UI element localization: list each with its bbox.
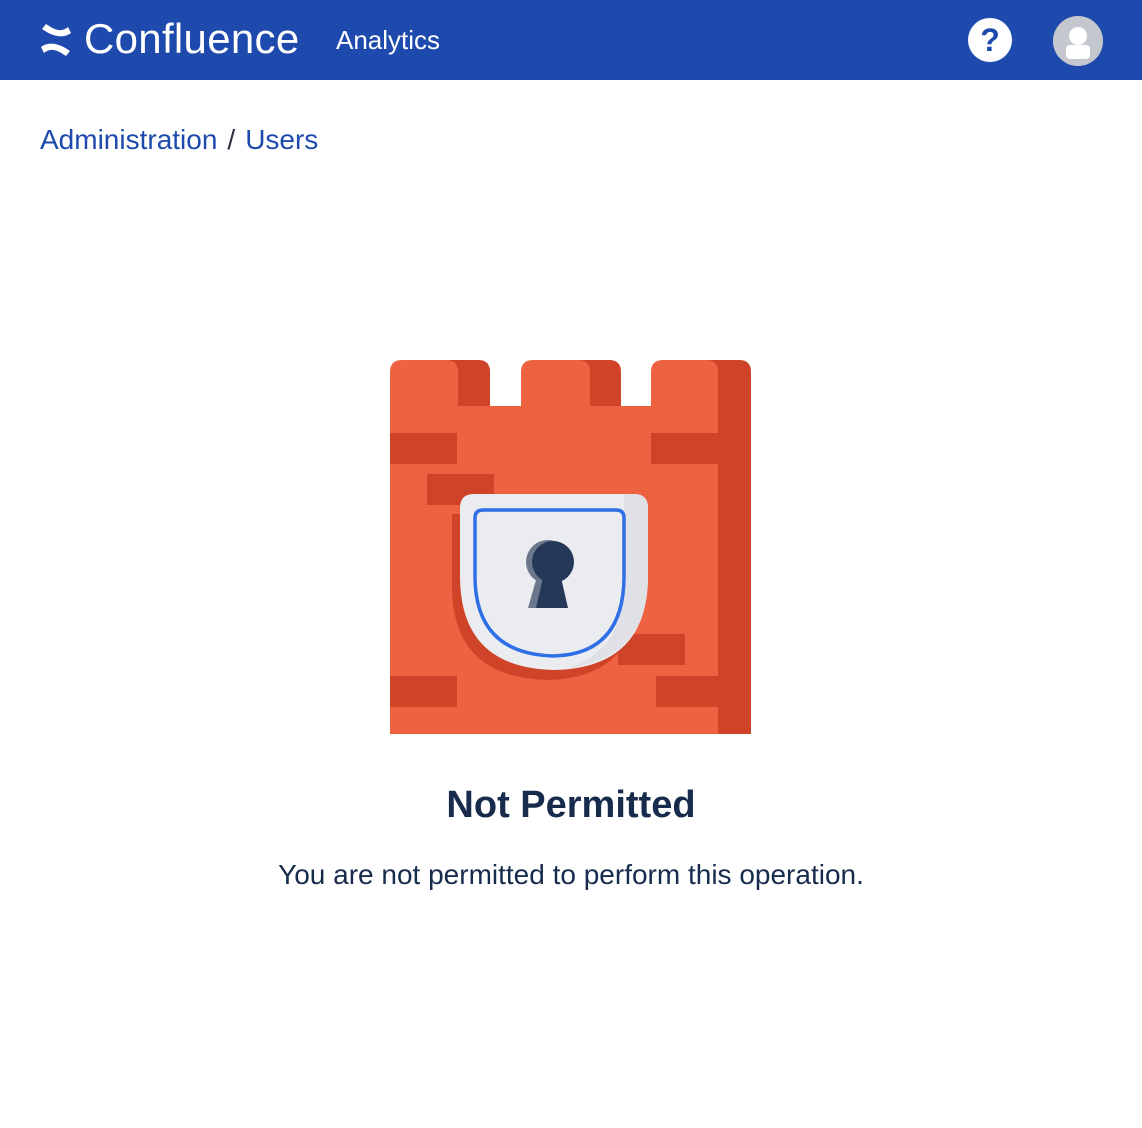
user-avatar-button[interactable] bbox=[1053, 16, 1103, 66]
error-message: You are not permitted to perform this op… bbox=[278, 859, 864, 890]
breadcrumb: Administration / Users bbox=[40, 122, 318, 158]
analytics-nav-link[interactable]: Analytics bbox=[336, 24, 440, 56]
help-button[interactable]: ? bbox=[968, 18, 1012, 62]
error-title: Not Permitted bbox=[446, 784, 696, 826]
confluence-logo-icon[interactable] bbox=[38, 22, 74, 58]
user-avatar-icon bbox=[1053, 16, 1103, 66]
top-navigation-bar: Confluence Analytics ? bbox=[0, 0, 1142, 80]
breadcrumb-separator: / bbox=[227, 124, 236, 155]
product-name[interactable]: Confluence bbox=[84, 13, 299, 65]
breadcrumb-administration-link[interactable]: Administration bbox=[40, 124, 217, 155]
breadcrumb-users-link[interactable]: Users bbox=[245, 124, 318, 155]
help-icon: ? bbox=[980, 22, 1000, 58]
castle-lock-icon bbox=[390, 360, 751, 734]
